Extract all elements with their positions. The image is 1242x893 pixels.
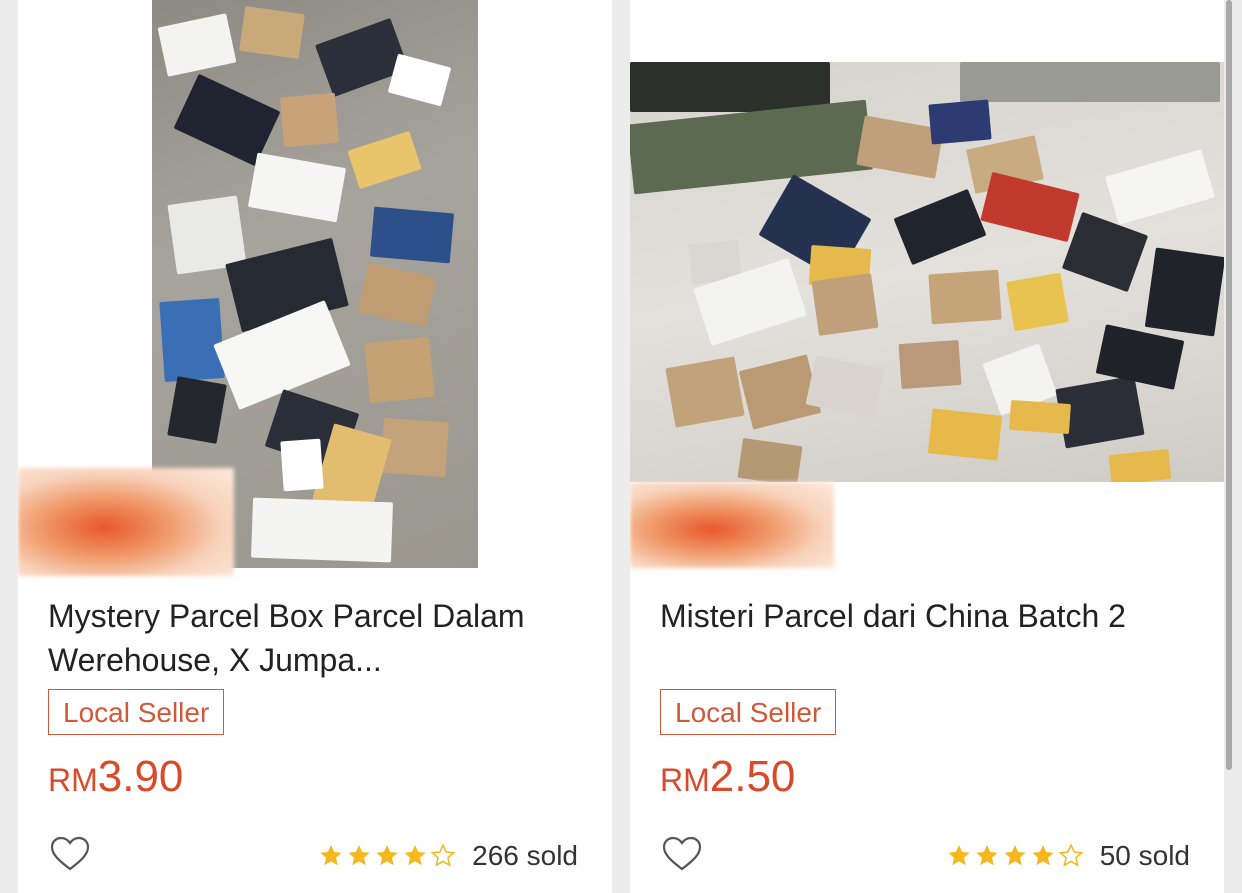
sold-count: 50 sold	[1099, 840, 1190, 871]
price-amount: 3.90	[97, 752, 184, 801]
product-card[interactable]: Mystery Parcel Box Parcel Dalam Werehous…	[18, 0, 612, 893]
product-grid: Mystery Parcel Box Parcel Dalam Werehous…	[0, 0, 1242, 893]
local-seller-tag: Local Seller	[660, 689, 837, 735]
sold-count: 266 sold	[472, 840, 578, 871]
price-currency: RM	[660, 762, 710, 798]
price-amount: 2.50	[709, 752, 796, 801]
product-image[interactable]	[630, 62, 1224, 482]
star-filled-icon	[976, 845, 998, 866]
star-outline-icon	[430, 843, 456, 867]
star-filled-icon	[404, 845, 426, 866]
star-filled-icon	[1032, 845, 1054, 866]
rating-sold-row: 50 sold	[946, 836, 1190, 876]
star-filled-icon	[1004, 845, 1026, 866]
star-filled-icon	[376, 845, 398, 866]
product-title[interactable]: Mystery Parcel Box Parcel Dalam Werehous…	[48, 594, 578, 682]
star-outline-icon	[1058, 843, 1084, 867]
heart-outline-icon[interactable]	[50, 836, 90, 872]
rating-stars	[946, 843, 1086, 869]
local-seller-tag: Local Seller	[48, 689, 225, 735]
star-filled-icon	[320, 845, 342, 866]
promo-badge	[630, 482, 834, 568]
product-price: RM2.50	[660, 752, 795, 802]
scrollbar[interactable]	[1226, 0, 1232, 770]
star-filled-icon	[948, 845, 970, 866]
heart-outline-icon[interactable]	[662, 836, 702, 872]
product-title[interactable]: Misteri Parcel dari China Batch 2	[660, 594, 1190, 638]
star-filled-icon	[348, 845, 370, 866]
product-card[interactable]: Misteri Parcel dari China Batch 2 Local …	[630, 0, 1224, 893]
rating-stars	[318, 843, 458, 869]
product-price: RM3.90	[48, 752, 183, 802]
promo-badge	[18, 468, 234, 576]
price-currency: RM	[48, 762, 98, 798]
rating-sold-row: 266 sold	[318, 836, 578, 876]
